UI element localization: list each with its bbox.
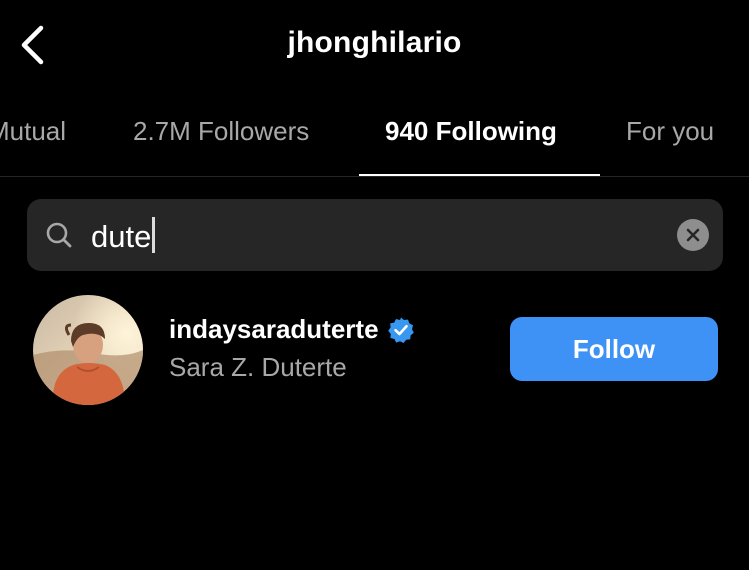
username[interactable]: indaysaraduterte bbox=[169, 314, 379, 345]
full-name: Sara Z. Duterte bbox=[169, 352, 347, 382]
tab-followers[interactable]: 2.7M Followers bbox=[133, 116, 309, 147]
active-tab-indicator bbox=[359, 174, 600, 176]
search-input-value: dute bbox=[91, 219, 152, 254]
search-bar[interactable]: dute bbox=[27, 199, 723, 271]
following-screen: jhonghilario Mutual 2.7M Followers 940 F… bbox=[0, 0, 749, 570]
verified-badge-icon bbox=[387, 317, 414, 343]
username-line: indaysaraduterte bbox=[169, 314, 415, 345]
clear-search-button[interactable] bbox=[677, 219, 709, 251]
list-item[interactable]: indaysaraduterte Sara Z. Duterte Follow bbox=[0, 292, 749, 408]
search-icon bbox=[46, 222, 72, 248]
clear-icon bbox=[686, 228, 700, 242]
page-title: jhonghilario bbox=[287, 26, 462, 59]
text-caret bbox=[152, 217, 156, 253]
profile-photo bbox=[33, 295, 143, 405]
header: jhonghilario bbox=[0, 0, 749, 92]
avatar[interactable] bbox=[33, 295, 143, 405]
follow-button[interactable]: Follow bbox=[510, 317, 718, 381]
tab-following[interactable]: 940 Following bbox=[385, 116, 557, 147]
tab-for-you[interactable]: For you bbox=[626, 116, 714, 147]
search-input[interactable]: dute bbox=[91, 217, 156, 255]
tab-bar: Mutual 2.7M Followers 940 Following For … bbox=[0, 100, 749, 177]
tab-mutual[interactable]: Mutual bbox=[0, 116, 66, 147]
